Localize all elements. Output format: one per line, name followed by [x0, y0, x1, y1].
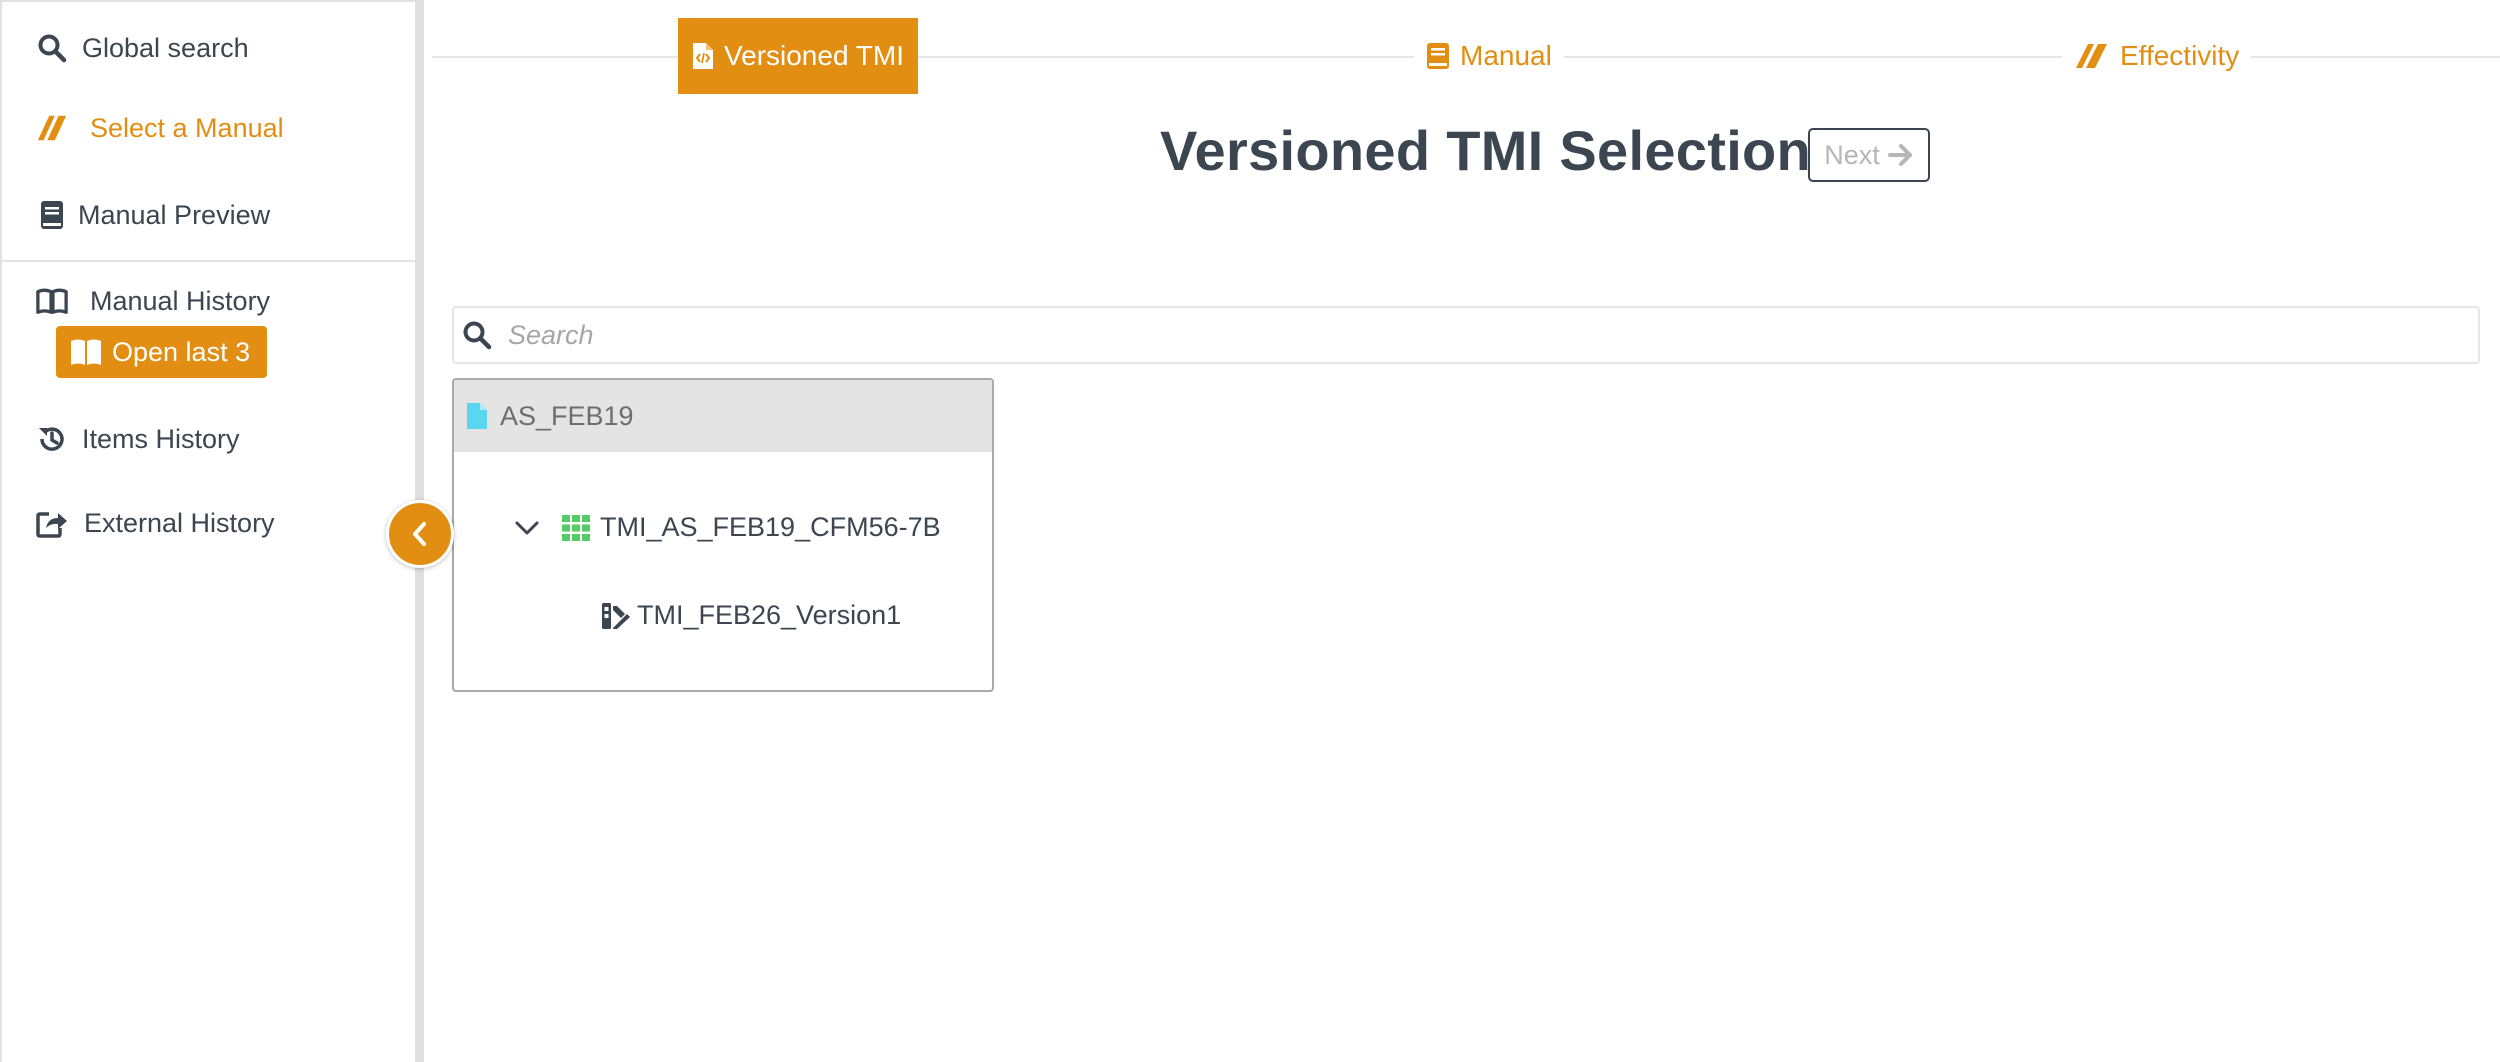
sidebar-item-label: External History [84, 507, 275, 538]
sidebar-item-external-history[interactable]: External History [36, 507, 275, 539]
tree-child-node[interactable]: TMI_AS_FEB19_CFM56-7B [514, 512, 941, 543]
tree-node-label: TMI_AS_FEB19_CFM56-7B [600, 512, 941, 542]
sidebar-item-label: Global search [82, 32, 249, 63]
tree-node-label: AS_FEB19 [500, 400, 634, 431]
file-icon [466, 402, 488, 430]
chevron-left-icon [409, 521, 431, 547]
open-book-icon [70, 336, 102, 368]
sidebar-divider [2, 260, 417, 262]
sidebar-item-select-manual[interactable]: Select a Manual [36, 112, 284, 144]
open-book-icon [36, 285, 68, 317]
step-label: Manual [1460, 40, 1552, 71]
sidebar: Global search Select a Manual Manual Pre… [0, 0, 417, 1062]
sidebar-item-label: Manual History [90, 285, 271, 316]
sidebar-item-manual-history[interactable]: Manual History [36, 285, 270, 317]
history-icon [36, 423, 68, 455]
open-last-button[interactable]: Open last 3 [56, 326, 267, 378]
step-effectivity[interactable]: Effectivity [2062, 36, 2252, 76]
version-icon [601, 602, 631, 630]
file-code-icon [692, 42, 714, 70]
tree-panel: AS_FEB19 TMI_AS_FEB19_CFM56-7B TMI_FEB26… [452, 378, 994, 692]
collapse-sidebar-button[interactable] [386, 500, 454, 568]
search-icon [462, 320, 492, 350]
sidebar-item-label: Manual Preview [78, 199, 271, 230]
step-manual[interactable]: Manual [1414, 36, 1564, 76]
sidebar-item-label: Items History [82, 423, 240, 454]
share-icon [36, 507, 68, 539]
sidebar-item-global-search[interactable]: Global search [36, 32, 249, 64]
next-label: Next [1824, 139, 1880, 170]
step-label: Effectivity [2120, 40, 2240, 71]
grid-icon [562, 514, 590, 541]
step-versioned-tmi[interactable]: Versioned TMI [678, 18, 918, 94]
open-last-label: Open last 3 [112, 336, 251, 367]
sidebar-item-label: Select a Manual [90, 112, 284, 143]
tree-grandchild-node[interactable]: TMI_FEB26_Version1 [601, 600, 901, 631]
step-label: Versioned TMI [723, 40, 905, 71]
next-button[interactable]: Next [1808, 128, 1930, 182]
tree-node-label: TMI_FEB26_Version1 [637, 600, 902, 630]
book-icon [36, 199, 68, 231]
chevron-down-icon[interactable] [514, 519, 540, 537]
search-box [452, 306, 2480, 364]
sidebar-item-items-history[interactable]: Items History [36, 423, 240, 455]
manual-select-icon [36, 112, 68, 144]
page-title: Versioned TMI Selection [1160, 119, 1812, 182]
sidebar-item-manual-preview[interactable]: Manual Preview [36, 199, 270, 231]
arrow-right-icon [1887, 143, 1914, 167]
tree-root-node[interactable]: AS_FEB19 [454, 380, 992, 452]
book-icon [1426, 42, 1450, 70]
manual-select-icon [2074, 42, 2110, 70]
search-input[interactable] [506, 318, 2406, 352]
search-icon [36, 32, 68, 64]
